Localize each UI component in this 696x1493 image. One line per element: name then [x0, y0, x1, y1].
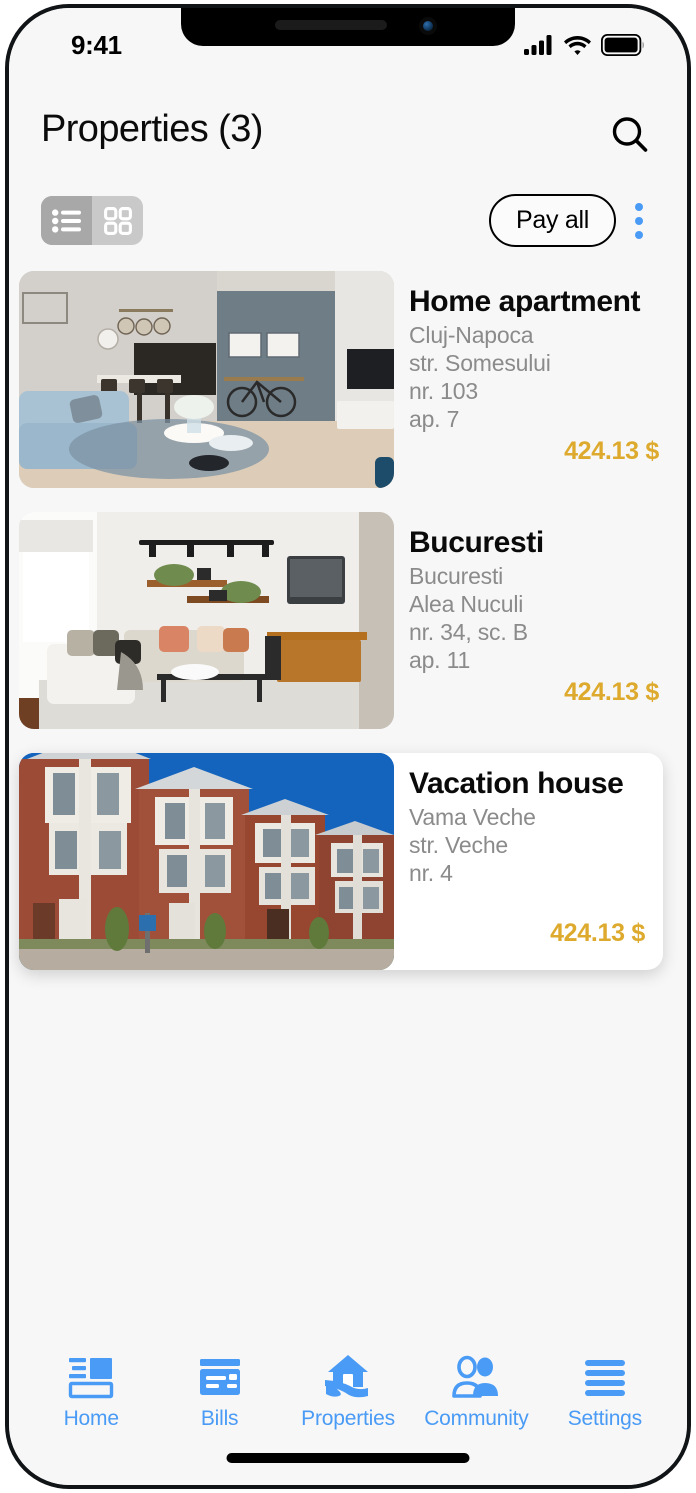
property-address: Bucuresti Alea Nuculi nr. 34, sc. B ap. …: [409, 562, 659, 674]
more-options-button[interactable]: [622, 195, 656, 247]
search-button[interactable]: [607, 112, 653, 158]
status-time: 9:41: [71, 29, 122, 60]
dashboard-icon: [69, 1358, 114, 1399]
address-line: str. Somesului: [409, 349, 551, 376]
property-card[interactable]: Bucuresti Bucuresti Alea Nuculi nr. 34, …: [19, 512, 677, 729]
house-in-hand-icon: [325, 1355, 369, 1398]
home-indicator[interactable]: [226, 1453, 470, 1463]
pay-all-button[interactable]: Pay all: [489, 194, 616, 247]
people-icon: [452, 1355, 499, 1398]
tab-community[interactable]: Community: [412, 1353, 540, 1431]
view-mode-list-button[interactable]: [41, 196, 92, 245]
front-camera-icon: [419, 17, 437, 35]
tab-bills[interactable]: Bills: [155, 1353, 283, 1431]
tab-community-label: Community: [424, 1407, 529, 1430]
more-vertical-icon-dot: [635, 216, 643, 225]
address-line: Bucuresti: [409, 562, 504, 589]
property-price: 424.13 $: [564, 437, 659, 465]
living-room-interior-photo: [19, 271, 394, 488]
phone-screen: 9:41 Properties (3) Pay all Home apartme…: [9, 8, 687, 1485]
grid-view-icon: [103, 206, 132, 235]
property-price: 424.13 $: [564, 678, 659, 706]
battery-full-icon: [601, 34, 644, 56]
property-details: Vacation house Vama Veche str. Veche nr.…: [394, 753, 663, 970]
tab-home[interactable]: Home: [27, 1353, 155, 1431]
property-address: Vama Veche str. Veche nr. 4: [409, 803, 645, 887]
property-card[interactable]: Vacation house Vama Veche str. Veche nr.…: [19, 753, 663, 970]
property-name: Home apartment: [409, 285, 641, 318]
address-line: nr. 34, sc. B: [409, 618, 528, 645]
tab-settings-label: Settings: [567, 1407, 642, 1430]
address-line: nr. 103: [409, 377, 478, 404]
credit-card-icon: [199, 1359, 240, 1395]
status-icons: [524, 34, 645, 56]
wifi-icon: [564, 36, 591, 55]
toolbar-actions: Pay all: [489, 194, 656, 247]
speaker-grille: [275, 20, 387, 30]
tab-properties-label: Properties: [301, 1407, 395, 1430]
view-mode-grid-button[interactable]: [92, 196, 143, 245]
list-view-icon: [51, 208, 81, 233]
more-vertical-icon-dot: [635, 230, 643, 239]
tab-properties[interactable]: Properties: [284, 1353, 412, 1431]
tab-settings-icon-wrap: [582, 1353, 628, 1399]
property-address: Cluj-Napoca str. Somesului nr. 103 ap. 7: [409, 321, 659, 433]
page-title: Properties (3): [41, 108, 263, 150]
menu-lines-icon: [584, 1360, 625, 1396]
address-line: nr. 4: [409, 859, 453, 886]
address-line: Alea Nuculi: [409, 590, 524, 617]
more-vertical-icon-dot: [635, 202, 643, 211]
address-line: Cluj-Napoca: [409, 321, 534, 348]
white-living-room-photo: [19, 512, 394, 729]
property-thumbnail: [19, 753, 394, 970]
view-mode-segmented-control[interactable]: [41, 196, 143, 245]
tab-bills-icon-wrap: [197, 1353, 243, 1399]
page-header: Properties (3): [9, 72, 687, 158]
tab-bills-label: Bills: [200, 1407, 239, 1430]
tab-home-label: Home: [63, 1407, 119, 1430]
phone-frame: 9:41 Properties (3) Pay all Home apartme…: [5, 4, 691, 1489]
property-name: Vacation house: [409, 767, 624, 800]
brick-apartment-building-photo: [19, 753, 394, 970]
bottom-tab-bar: Home Bills Properties Community Settings: [9, 1353, 687, 1431]
address-line: ap. 7: [409, 405, 460, 432]
property-details: Bucuresti Bucuresti Alea Nuculi nr. 34, …: [394, 512, 677, 729]
properties-list: Home apartment Cluj-Napoca str. Somesulu…: [9, 271, 687, 994]
list-toolbar: Pay all: [9, 194, 687, 247]
property-card[interactable]: Home apartment Cluj-Napoca str. Somesulu…: [19, 271, 677, 488]
property-thumbnail: [19, 512, 394, 729]
address-line: ap. 11: [409, 646, 471, 673]
property-name: Bucuresti: [409, 526, 544, 559]
tab-settings[interactable]: Settings: [541, 1353, 669, 1431]
property-thumbnail: [19, 271, 394, 488]
address-line: Vama Veche: [409, 803, 536, 830]
search-icon: [612, 117, 648, 152]
cellular-signal-icon: [524, 35, 552, 55]
property-price: 424.13 $: [550, 919, 645, 947]
property-details: Home apartment Cluj-Napoca str. Somesulu…: [394, 271, 677, 488]
tab-properties-icon-wrap: [322, 1353, 374, 1399]
address-line: str. Veche: [409, 831, 509, 858]
tab-home-icon-wrap: [67, 1353, 115, 1399]
notch: [181, 8, 515, 46]
tab-community-icon-wrap: [451, 1353, 501, 1399]
